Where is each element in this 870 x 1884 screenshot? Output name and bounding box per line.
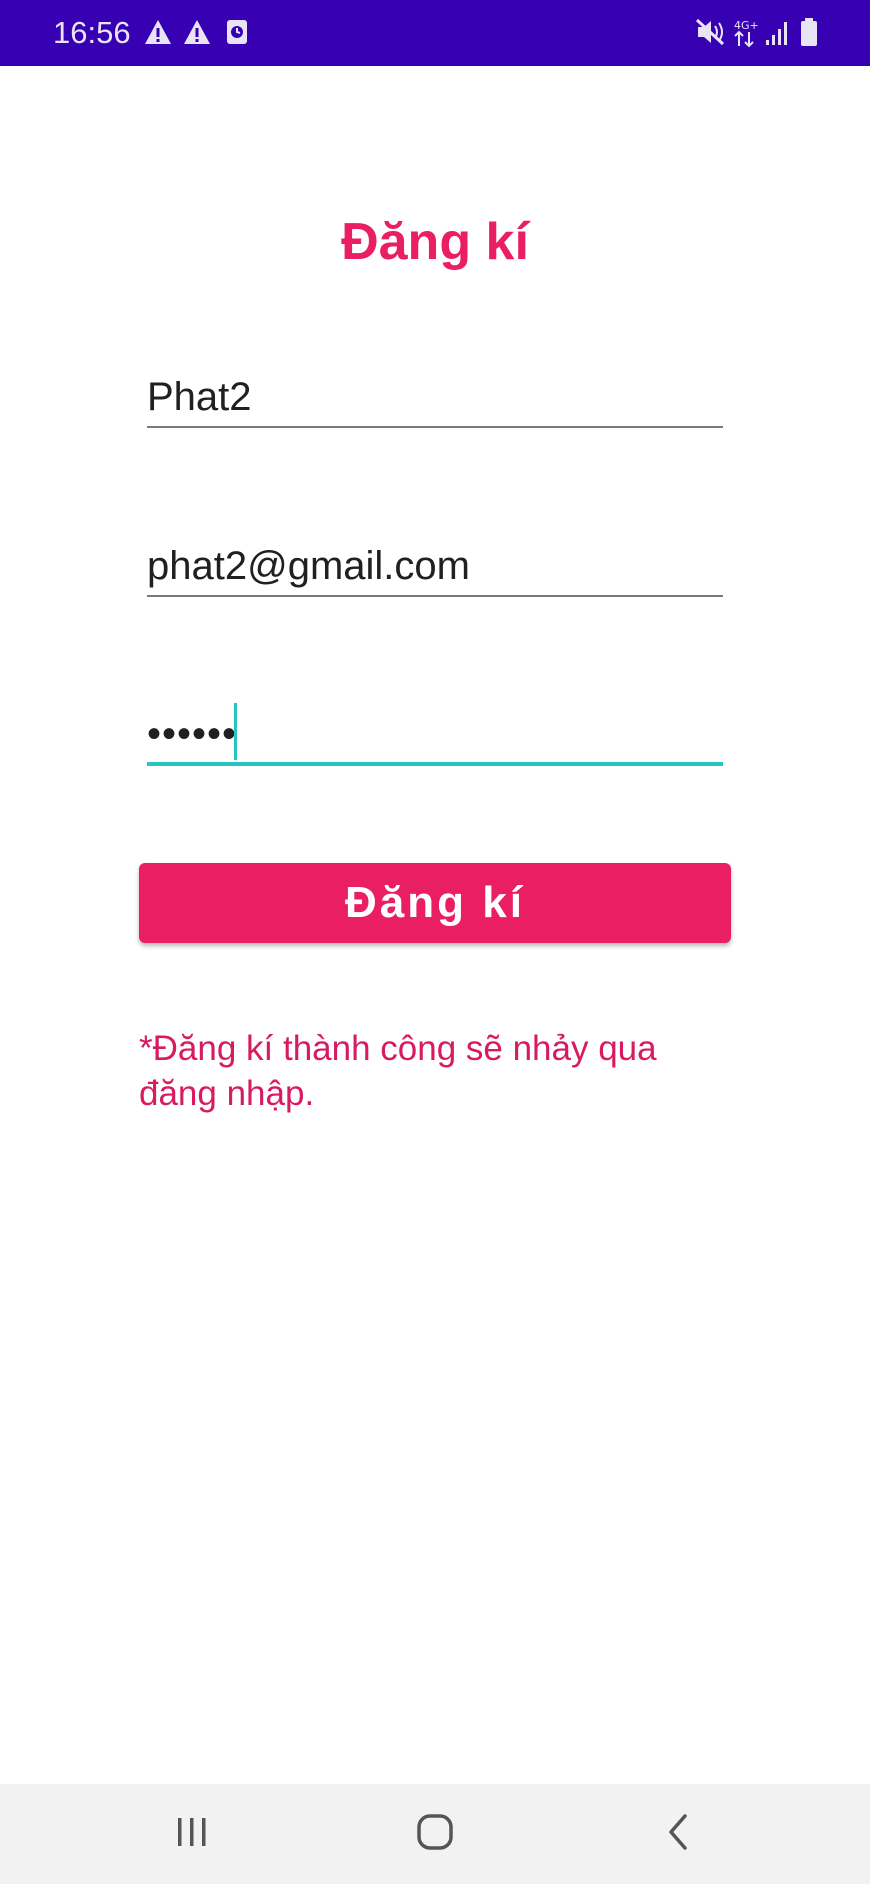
back-icon xyxy=(663,1812,693,1857)
text-cursor xyxy=(234,703,237,760)
password-value: •••••• xyxy=(147,712,238,756)
warning-icon xyxy=(182,18,212,51)
register-button[interactable]: Đăng kí xyxy=(139,863,731,943)
alarm-icon xyxy=(225,18,249,51)
recents-button[interactable] xyxy=(142,1799,242,1869)
recents-icon xyxy=(174,1815,210,1854)
battery-icon xyxy=(799,17,819,52)
home-icon xyxy=(415,1812,455,1857)
network-label: 4G+ xyxy=(734,19,759,32)
status-bar: 16:56 4G+ xyxy=(0,0,870,66)
back-button[interactable] xyxy=(628,1799,728,1869)
home-button[interactable] xyxy=(385,1799,485,1869)
email-field[interactable] xyxy=(147,537,723,597)
info-note: *Đăng kí thành công sẽ nhảy qua đăng nhậ… xyxy=(139,1029,657,1113)
warning-icon xyxy=(143,18,173,51)
page-title: Đăng kí xyxy=(341,213,529,271)
status-time: 16:56 xyxy=(53,15,131,50)
name-field[interactable] xyxy=(147,368,723,428)
signal-icon xyxy=(765,20,791,51)
navigation-bar xyxy=(0,1784,870,1884)
network-4g-icon: 4G+ xyxy=(733,18,761,53)
mute-icon xyxy=(694,16,726,53)
